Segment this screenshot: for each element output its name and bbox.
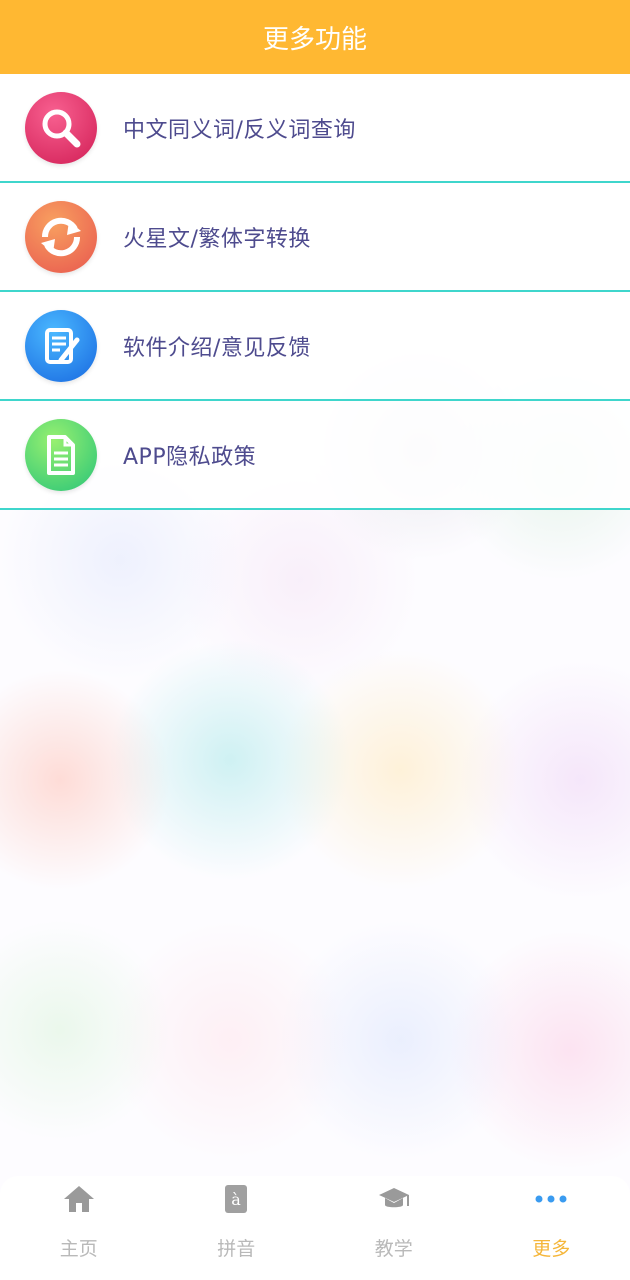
menu-item-label: APP隐私政策: [123, 444, 257, 470]
more-dots-icon: [533, 1184, 569, 1214]
home-icon: [63, 1184, 95, 1214]
tab-label: 教学: [374, 1238, 413, 1260]
page-title: 更多功能: [262, 24, 367, 55]
top-header: 更多功能: [0, 0, 630, 74]
convert-icon: [25, 200, 97, 273]
menu-item-label: 火星文/繁体字转换: [123, 226, 311, 252]
tab-home[interactable]: 主页: [0, 1176, 158, 1280]
menu-item-privacy-policy[interactable]: APP隐私政策: [0, 401, 630, 510]
pinyin-icon: à: [224, 1184, 248, 1214]
menu-item-label: 中文同义词/反义词查询: [123, 117, 356, 143]
tab-teaching[interactable]: 教学: [315, 1176, 473, 1280]
tab-pinyin[interactable]: à 拼音: [158, 1176, 316, 1280]
svg-text:à: à: [231, 1190, 241, 1209]
feature-menu: 中文同义词/反义词查询 火星文/繁体字转换 软件介绍/意见反馈 APP隐私政策: [0, 74, 630, 510]
menu-item-synonym-search[interactable]: 中文同义词/反义词查询: [0, 74, 630, 183]
document-icon: [25, 418, 97, 491]
tab-label: 更多: [532, 1238, 571, 1260]
menu-item-feedback[interactable]: 软件介绍/意见反馈: [0, 292, 630, 401]
search-icon: [25, 91, 97, 164]
menu-item-text-convert[interactable]: 火星文/繁体字转换: [0, 183, 630, 292]
tab-more[interactable]: 更多: [473, 1176, 630, 1280]
feedback-icon: [25, 309, 97, 382]
tab-label: 拼音: [217, 1238, 256, 1260]
tab-label: 主页: [59, 1238, 98, 1260]
bottom-tab-bar: 主页 à 拼音 教学 更多: [0, 1176, 630, 1280]
graduation-cap-icon: [377, 1184, 411, 1214]
menu-item-label: 软件介绍/意见反馈: [123, 335, 311, 361]
